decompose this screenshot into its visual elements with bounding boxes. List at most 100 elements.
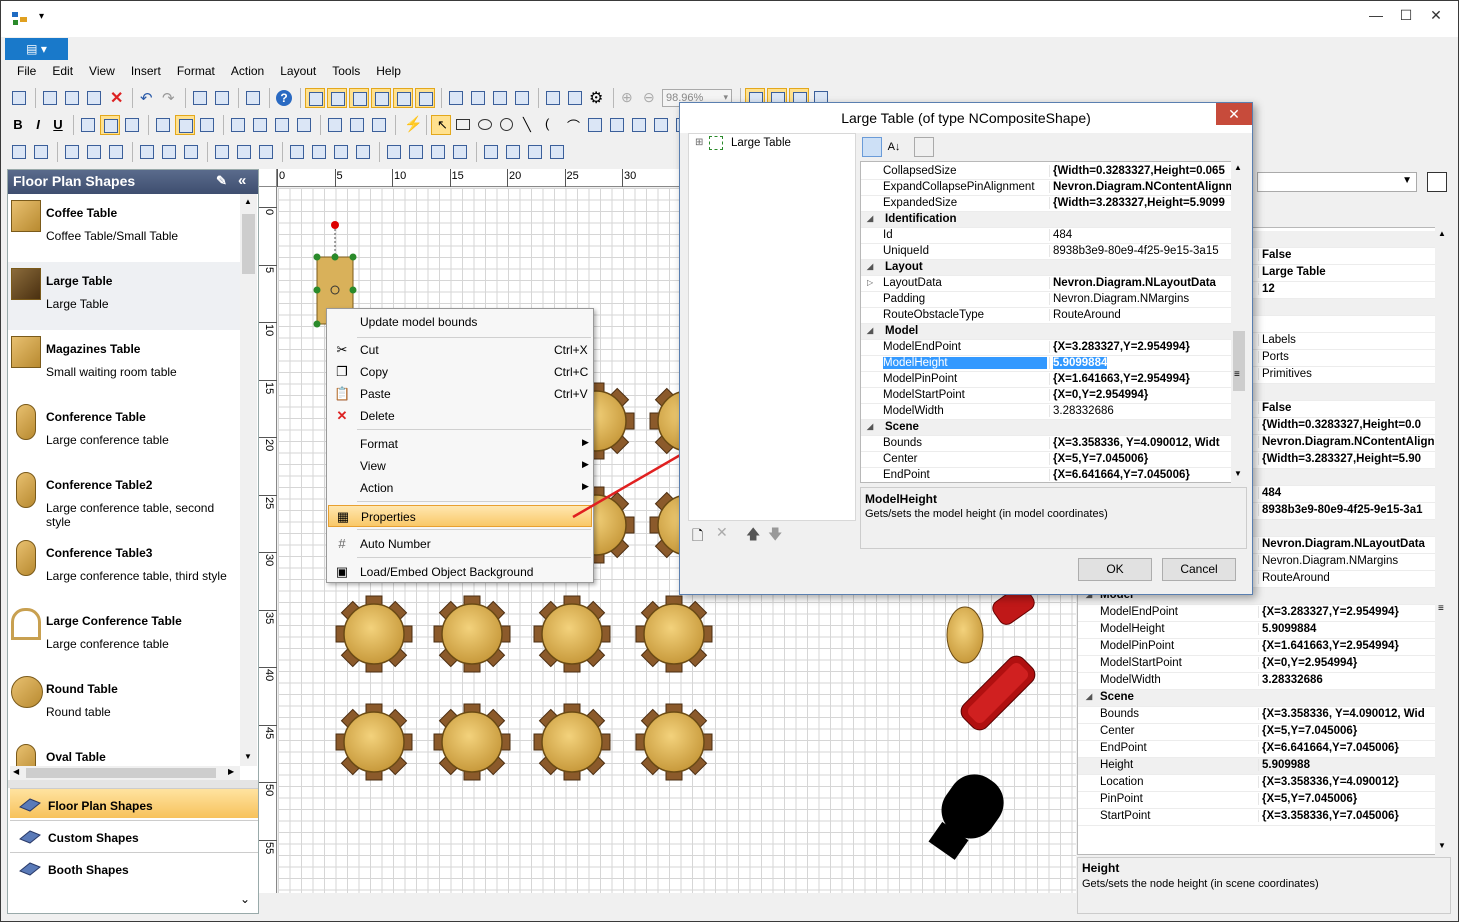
property-value[interactable]: {X=3.358336,Y=4.090012} bbox=[1258, 776, 1436, 788]
property-row[interactable]: EndPoint {X=6.641664,Y=7.045006} bbox=[1078, 741, 1436, 758]
menu-item-format[interactable]: Format ▶ bbox=[328, 433, 592, 455]
shape-item[interactable]: Conference Table2 Large conference table,… bbox=[8, 466, 240, 534]
property-row[interactable]: ModelWidth 3.28332686 bbox=[1078, 673, 1436, 690]
property-value[interactable]: False bbox=[1258, 249, 1436, 261]
property-value[interactable]: 5.9099884 bbox=[1049, 357, 1231, 369]
shadow-icon[interactable] bbox=[272, 115, 292, 135]
library-vscrollbar[interactable]: ▲ ▼ bbox=[240, 194, 257, 766]
expand-triangle-icon[interactable]: ▷ bbox=[867, 278, 873, 287]
property-value[interactable]: Nevron.Diagram.NMargins bbox=[1049, 293, 1231, 305]
property-row[interactable]: Bounds {X=3.358336, Y=4.090012, Wid bbox=[1078, 707, 1436, 724]
ungroup-icon[interactable] bbox=[31, 142, 51, 162]
edit-library-icon[interactable]: ✎ bbox=[216, 173, 227, 189]
close-window-button[interactable]: ✕ bbox=[1421, 7, 1451, 29]
circle-tool-icon[interactable] bbox=[497, 115, 517, 135]
new-item-icon[interactable]: 🗋 bbox=[692, 525, 703, 549]
same-width-icon[interactable] bbox=[212, 142, 232, 162]
property-row[interactable]: ModelEndPoint {X=3.283327,Y=2.954994} bbox=[861, 340, 1233, 356]
collapse-triangle-icon[interactable]: ◢ bbox=[1086, 692, 1092, 701]
property-value[interactable]: Labels bbox=[1258, 334, 1436, 346]
guides-icon[interactable] bbox=[349, 88, 369, 108]
property-value[interactable]: {X=1.641663,Y=2.954994} bbox=[1049, 373, 1231, 385]
property-pages-icon[interactable] bbox=[914, 137, 934, 157]
library-hscrollbar[interactable]: ◀ ▶ bbox=[10, 766, 240, 780]
send-back-icon[interactable] bbox=[406, 142, 426, 162]
quick-access-dropdown-icon[interactable]: ▾ bbox=[39, 11, 44, 22]
library-category[interactable]: Floor Plan Shapes bbox=[10, 788, 258, 818]
property-pages-icon[interactable] bbox=[1427, 172, 1447, 192]
property-row[interactable]: ▷ LayoutData Nevron.Diagram.NLayoutData bbox=[861, 276, 1233, 292]
group-icon[interactable] bbox=[9, 142, 29, 162]
categorized-view-icon[interactable] bbox=[862, 137, 882, 157]
center-vertical-icon[interactable] bbox=[353, 142, 373, 162]
property-value[interactable]: 5.909988 bbox=[1258, 759, 1436, 771]
property-row[interactable]: RouteObstacleType RouteAround bbox=[861, 308, 1233, 324]
menu-item-paste[interactable]: 📋 Paste Ctrl+V bbox=[328, 383, 592, 405]
property-value[interactable]: 12 bbox=[1258, 283, 1436, 295]
property-value[interactable]: 3.28332686 bbox=[1258, 674, 1436, 686]
fill-icon[interactable] bbox=[228, 115, 248, 135]
pointer-tool-icon[interactable]: ↖ bbox=[431, 115, 451, 135]
library-category[interactable]: Custom Shapes bbox=[10, 820, 258, 850]
menu-help[interactable]: Help bbox=[368, 62, 409, 82]
menu-item-load-background[interactable]: ▣ Load/Embed Object Background bbox=[328, 561, 592, 583]
menu-item-update-model-bounds[interactable]: Update model bounds bbox=[328, 311, 592, 333]
bold-icon[interactable]: B bbox=[9, 115, 27, 135]
dialog-close-button[interactable]: ✕ bbox=[1216, 103, 1252, 125]
property-grid-vscrollbar[interactable]: ▲ ≡ ▼ bbox=[1435, 227, 1451, 855]
property-category[interactable]: ◢ Scene bbox=[861, 420, 1233, 436]
property-category[interactable]: ◢ Layout bbox=[861, 260, 1233, 276]
property-value[interactable]: {X=6.641664,Y=7.045006} bbox=[1049, 469, 1231, 481]
menu-action[interactable]: Action bbox=[223, 62, 272, 82]
property-row[interactable]: ModelEndPoint {X=3.283327,Y=2.954994} bbox=[1078, 605, 1436, 622]
menu-file[interactable]: File bbox=[9, 62, 44, 82]
shape-item[interactable]: Magazines Table Small waiting room table bbox=[8, 330, 240, 398]
minimize-button[interactable]: — bbox=[1361, 7, 1391, 29]
shape-item[interactable]: Conference Table3 Large conference table,… bbox=[8, 534, 240, 602]
property-value[interactable]: False bbox=[1258, 402, 1436, 414]
property-value[interactable]: RouteAround bbox=[1258, 572, 1436, 584]
property-row[interactable]: ModelHeight 5.9099884 bbox=[1078, 622, 1436, 639]
align-bottoms-icon[interactable] bbox=[181, 142, 201, 162]
property-value[interactable]: {Width=0.3283327,Height=0.065 bbox=[1049, 165, 1231, 177]
menu-layout[interactable]: Layout bbox=[272, 62, 324, 82]
lightning-icon[interactable]: ⚡ bbox=[400, 115, 423, 135]
ok-button[interactable]: OK bbox=[1078, 558, 1152, 581]
print-preview-icon[interactable] bbox=[212, 88, 232, 108]
tree-item-large-table[interactable]: Large Table bbox=[731, 137, 791, 149]
property-value[interactable]: Nevron.Diagram.NLayoutData bbox=[1049, 277, 1231, 289]
property-row[interactable]: Center {X=5,Y=7.045006} bbox=[861, 452, 1233, 468]
menu-tools[interactable]: Tools bbox=[324, 62, 368, 82]
space-vertical-icon[interactable] bbox=[309, 142, 329, 162]
magnifier-icon[interactable] bbox=[512, 88, 532, 108]
bring-front-icon[interactable] bbox=[384, 142, 404, 162]
property-value[interactable]: {Width=0.3283327,Height=0.0 bbox=[1258, 419, 1436, 431]
align-lefts-icon[interactable] bbox=[62, 142, 82, 162]
menu-item-auto-number[interactable]: # Auto Number bbox=[328, 533, 592, 555]
property-value[interactable]: 484 bbox=[1258, 487, 1436, 499]
collapse-triangle-icon[interactable]: ◢ bbox=[867, 262, 873, 271]
library-category[interactable]: Booth Shapes bbox=[10, 852, 258, 882]
line-tool-icon[interactable]: ╲ bbox=[519, 115, 539, 135]
grid-icon[interactable] bbox=[305, 88, 325, 108]
align-middles-icon[interactable] bbox=[159, 142, 179, 162]
property-value[interactable]: RouteAround bbox=[1049, 309, 1231, 321]
flip-vertical-icon[interactable] bbox=[547, 142, 567, 162]
property-row[interactable]: UniqueId 8938b3e9-80e9-4f25-9e15-3a15 bbox=[861, 244, 1233, 260]
freehand-tool-icon[interactable] bbox=[651, 115, 671, 135]
property-value[interactable]: Nevron.Diagram.NLayoutData bbox=[1258, 538, 1436, 550]
ellipse-tool-icon[interactable] bbox=[475, 115, 495, 135]
grid-settings-icon[interactable] bbox=[543, 88, 563, 108]
collapse-panel-icon[interactable]: « bbox=[238, 172, 246, 189]
rotate-left-icon[interactable] bbox=[481, 142, 501, 162]
fit-icon[interactable] bbox=[393, 88, 413, 108]
property-row[interactable]: ModelHeight 5.9099884 bbox=[861, 356, 1233, 372]
gear-icon[interactable]: ⚙ bbox=[587, 88, 607, 108]
property-value[interactable]: {X=1.641663,Y=2.954994} bbox=[1258, 640, 1436, 652]
undo-icon[interactable]: ↶ bbox=[137, 88, 157, 108]
text-style-icon[interactable] bbox=[294, 115, 314, 135]
copy-icon[interactable] bbox=[62, 88, 82, 108]
curve-tool-icon[interactable]: ⌒ bbox=[563, 115, 583, 135]
property-row[interactable]: ExpandedSize {Width=3.283327,Height=5.909… bbox=[861, 196, 1233, 212]
menu-insert[interactable]: Insert bbox=[123, 62, 169, 82]
